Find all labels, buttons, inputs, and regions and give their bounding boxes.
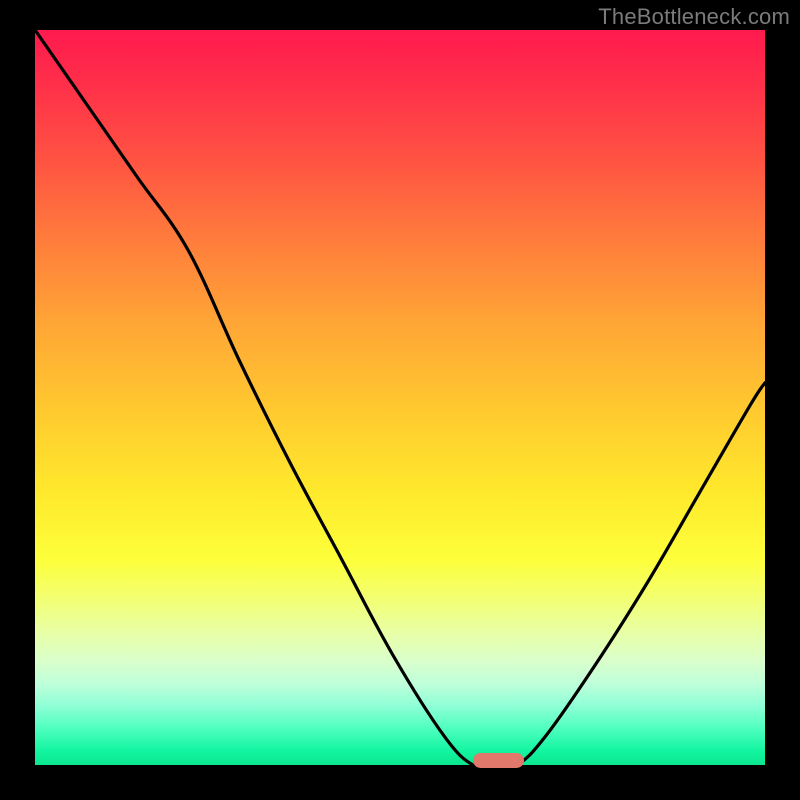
watermark-text: TheBottleneck.com bbox=[598, 4, 790, 30]
chart-frame: TheBottleneck.com bbox=[0, 0, 800, 800]
bottleneck-curve bbox=[35, 30, 765, 765]
curve-svg bbox=[35, 30, 765, 765]
optimal-marker bbox=[473, 753, 524, 768]
plot-area bbox=[35, 30, 765, 765]
